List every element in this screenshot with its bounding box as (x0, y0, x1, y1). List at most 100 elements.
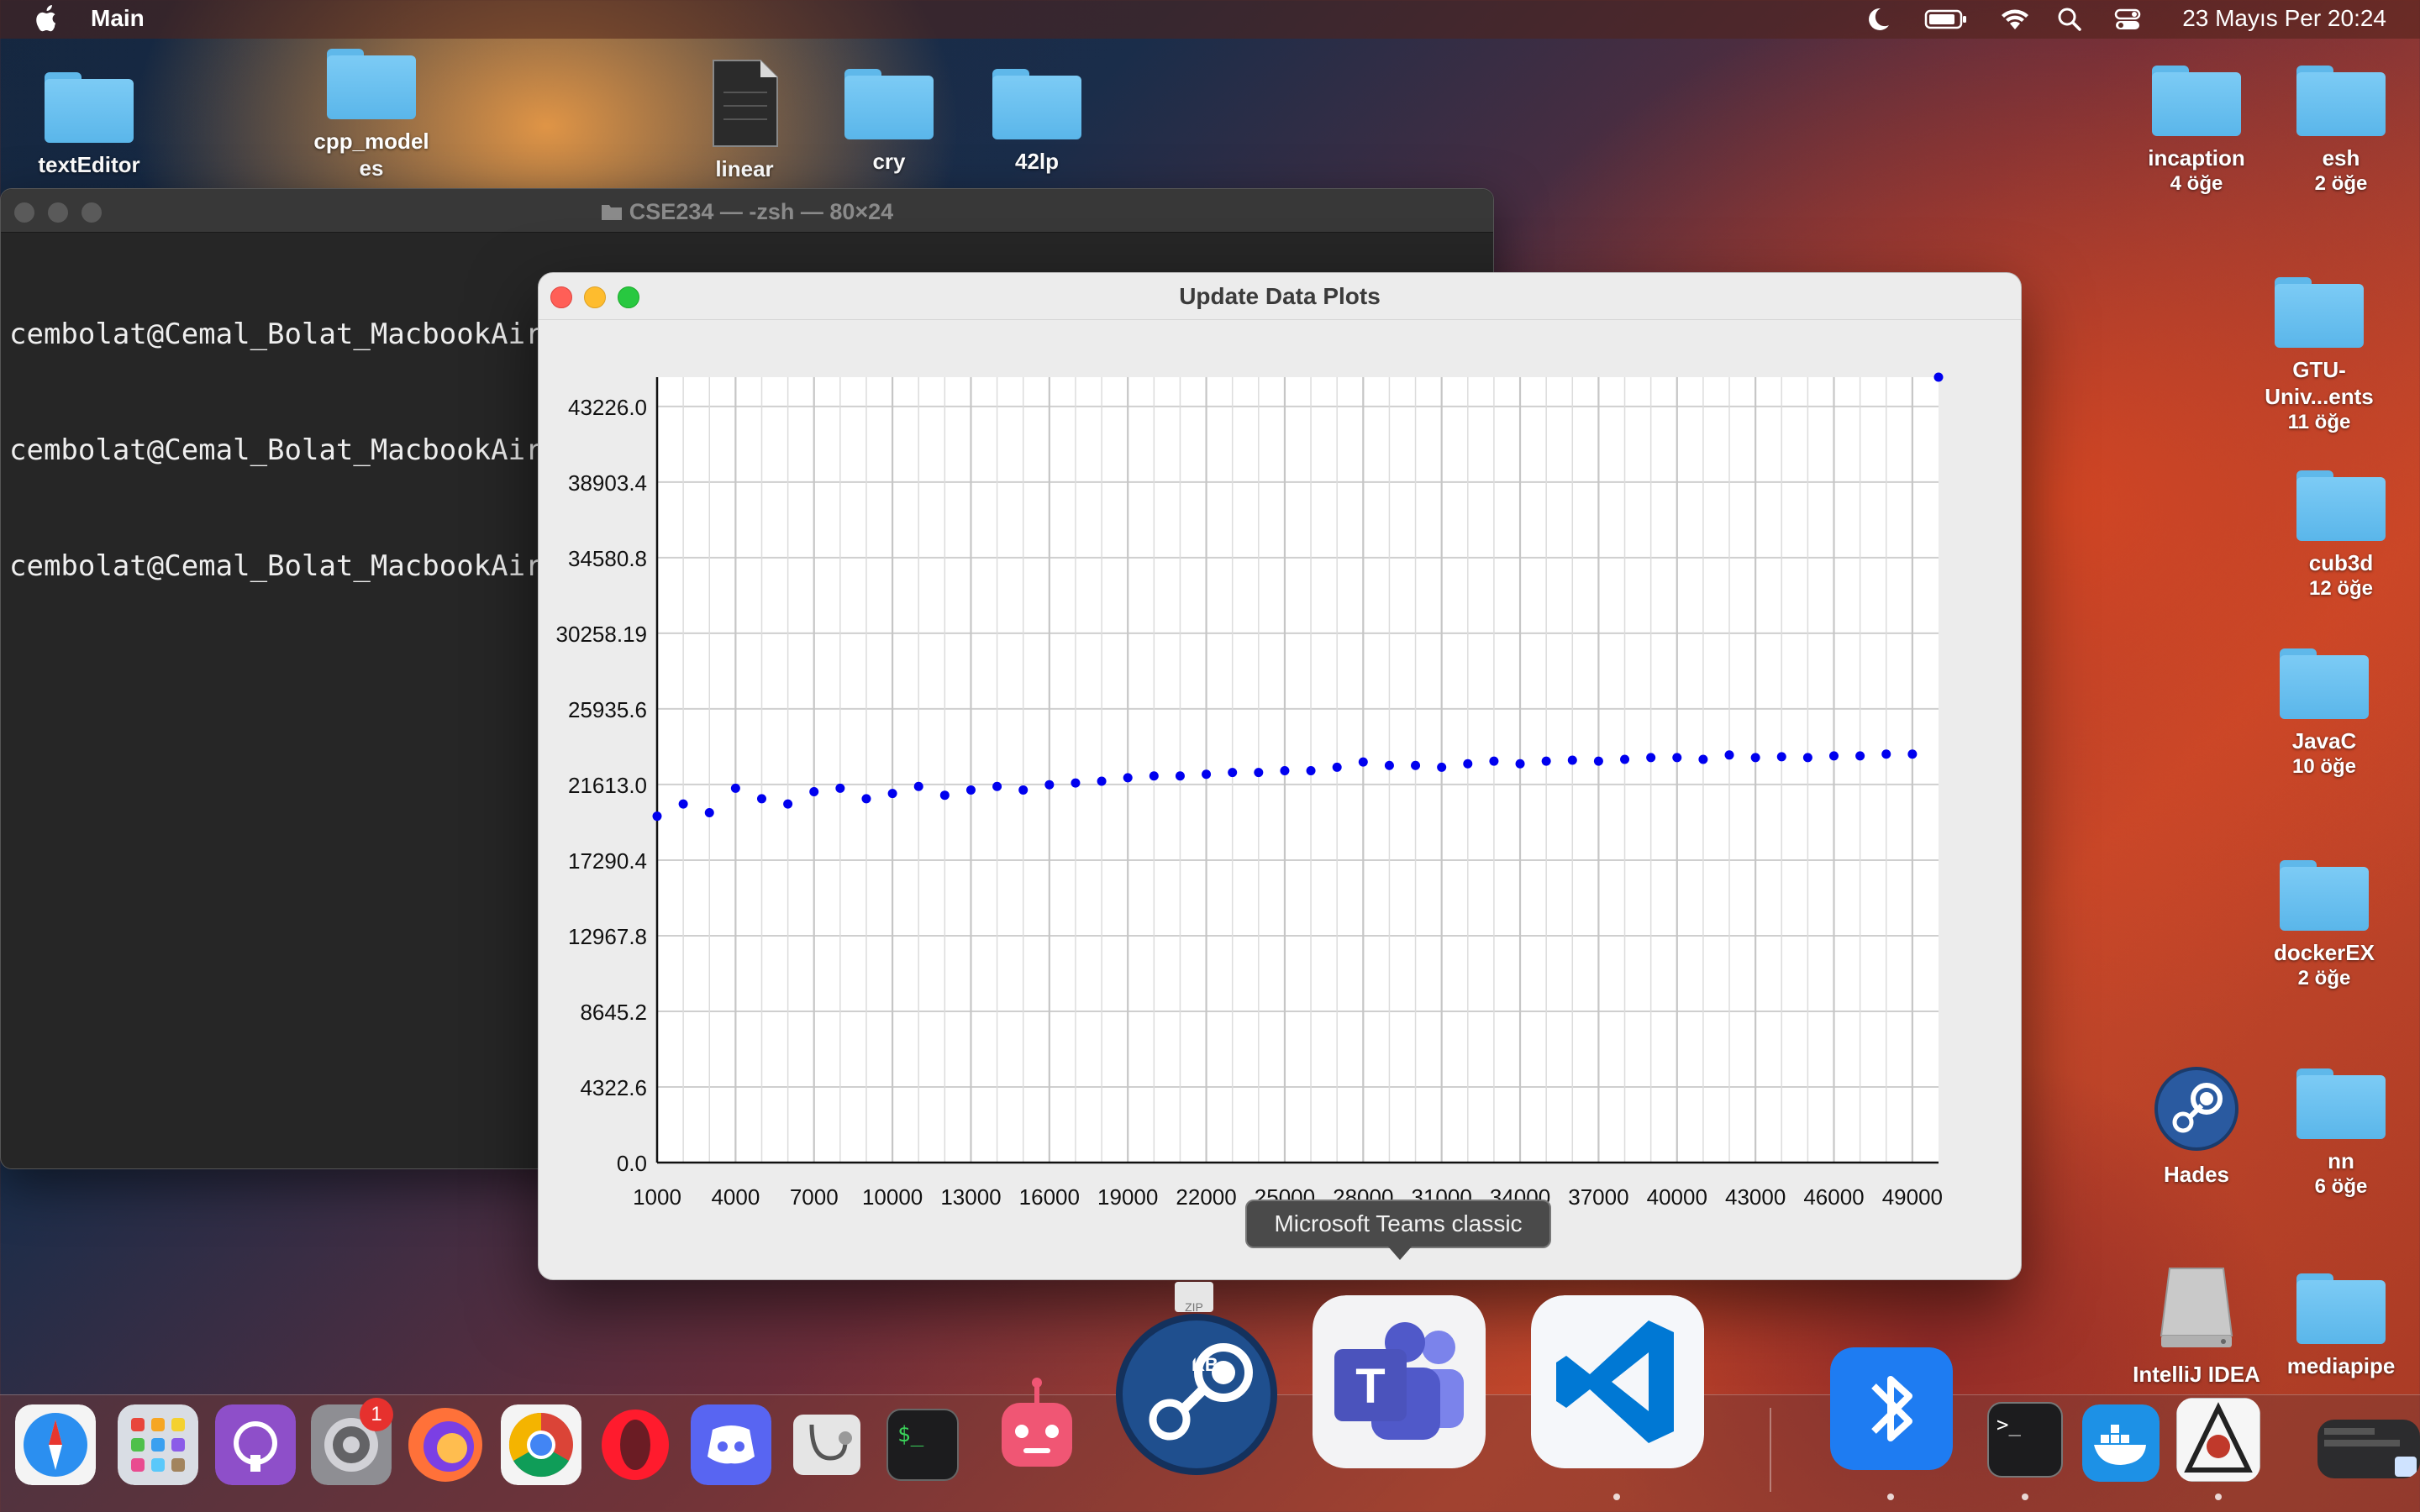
folder-icon (2296, 1273, 2386, 1344)
safari-icon[interactable] (15, 1404, 96, 1485)
x-tick-label: 16000 (1019, 1184, 1080, 1210)
data-point (809, 787, 819, 797)
data-point (1123, 773, 1133, 783)
data-point (939, 790, 950, 801)
plot-window[interactable]: Update Data Plots 0.0 4322.6 8645.2 12967.8… (538, 272, 2022, 1280)
data-point (730, 783, 740, 793)
desktop-folder-texteditor[interactable]: textEditor (5, 72, 173, 178)
x-tick-label: 10000 (862, 1184, 923, 1210)
folder-icon (992, 69, 1081, 139)
docker-icon[interactable] (2082, 1404, 2160, 1482)
discord-icon[interactable] (691, 1404, 771, 1485)
data-point (756, 794, 766, 804)
desktop-folder-dockerex[interactable]: dockerEX 2 öğe (2240, 860, 2408, 991)
svg-text:T: T (1355, 1359, 1385, 1414)
data-point (1044, 780, 1055, 790)
data-point (1489, 756, 1499, 766)
data-point (1463, 759, 1473, 769)
terminal-titlebar[interactable]: CSE234 — -zsh — 80×24 (1, 189, 1493, 233)
data-point (1698, 754, 1708, 764)
data-point (1175, 771, 1185, 781)
wifi-icon[interactable] (1998, 5, 2032, 34)
desktop-file-linear[interactable]: linear (660, 59, 829, 182)
data-point (1228, 768, 1238, 778)
zip-file-icon[interactable]: ZIP (1175, 1282, 1213, 1312)
tooltip-arrow (1388, 1247, 1412, 1260)
data-point (861, 794, 871, 804)
data-point (1097, 776, 1107, 786)
plot-titlebar[interactable]: Update Data Plots (539, 273, 2021, 320)
chrome-icon[interactable] (501, 1404, 581, 1485)
y-tick-label: 8645.2 (580, 1000, 647, 1025)
bot-app-icon[interactable] (990, 1373, 1084, 1487)
dock-tooltip: Microsoft Teams classic (1245, 1200, 1551, 1248)
screen-thumbnail-icon[interactable] (2317, 1420, 2420, 1478)
data-point (992, 781, 1002, 791)
download-progress-label: KB (1192, 1354, 1218, 1375)
launchpad-icon[interactable] (118, 1404, 198, 1485)
x-tick-label: 7000 (790, 1184, 839, 1210)
folder-icon (2296, 470, 2386, 541)
data-point (1541, 756, 1551, 766)
data-point (1254, 768, 1264, 778)
y-tick-label: 0.0 (617, 1151, 647, 1176)
dock-separator (1770, 1408, 1771, 1492)
desktop-folder-nn[interactable]: nn 6 öğe (2257, 1068, 2420, 1200)
folder-icon (844, 69, 934, 139)
data-point (1280, 766, 1290, 776)
y-tick-label: 43226.0 (568, 395, 647, 420)
control-center-icon[interactable] (2114, 5, 2141, 34)
desktop-folder-incaption[interactable]: incaption 4 öğe (2112, 66, 2281, 197)
x-tick-label: 40000 (1647, 1184, 1707, 1210)
opera-icon[interactable] (595, 1404, 676, 1485)
desktop-folder-mediapipe[interactable]: mediapipe (2257, 1273, 2420, 1379)
folder-icon (2275, 277, 2364, 348)
teams-icon[interactable]: T (1313, 1295, 1486, 1468)
data-point (1149, 771, 1159, 781)
active-app-name[interactable]: Main (91, 5, 145, 32)
desktop-folder-42lp[interactable]: 42lp (953, 69, 1121, 175)
y-tick-label: 17290.4 (568, 848, 647, 874)
data-point (783, 799, 793, 809)
github-desktop-icon[interactable] (215, 1404, 296, 1485)
apple-menu-icon[interactable] (32, 4, 59, 34)
folder-icon (2296, 66, 2386, 136)
moon-icon[interactable] (1864, 5, 1892, 34)
x-tick-label: 43000 (1725, 1184, 1786, 1210)
menubar-clock[interactable]: 23 Mayıs Per 20:24 (2182, 5, 2386, 32)
data-point (887, 789, 897, 799)
terminal-icon[interactable]: $_ (882, 1404, 963, 1485)
data-point (1750, 753, 1760, 763)
desktop-folder-gtu[interactable]: GTU- Univ...ents 11 öğe (2235, 277, 2403, 435)
desktop-folder-cpp-models[interactable]: cpp_model es (287, 49, 455, 181)
folder-icon (2152, 66, 2241, 136)
terminal-title: CSE234 — -zsh — 80×24 (629, 199, 894, 224)
desktop-app-hades[interactable]: Hades (2112, 1065, 2281, 1188)
vscode-icon[interactable] (1531, 1295, 1704, 1468)
data-point (1881, 749, 1891, 759)
bluetooth-icon[interactable] (1830, 1347, 1953, 1470)
notification-badge: 1 (360, 1398, 393, 1431)
firefox-icon[interactable] (405, 1404, 486, 1485)
data-point (678, 799, 688, 809)
folder-icon (2296, 1068, 2386, 1139)
desktop-folder-javac[interactable]: JavaC 10 öğe (2240, 648, 2408, 780)
search-icon[interactable] (2057, 5, 2082, 34)
data-point (1018, 785, 1028, 795)
desktop-disk-intellij[interactable]: IntelliJ IDEA (2112, 1265, 2281, 1388)
desktop-folder-cub3d[interactable]: cub3d 12 öğe (2257, 470, 2420, 601)
disk-utility-icon[interactable] (786, 1404, 867, 1485)
x-tick-label: 49000 (1882, 1184, 1943, 1210)
desktop-folder-esh[interactable]: esh 2 öğe (2257, 66, 2420, 197)
steam-icon[interactable] (1114, 1312, 1279, 1477)
desktop-folder-cry[interactable]: cry (805, 69, 973, 175)
x-tick-label: 46000 (1803, 1184, 1864, 1210)
data-point (1907, 749, 1918, 759)
battery-icon[interactable] (1924, 5, 1968, 34)
java-launcher-icon[interactable] (2176, 1398, 2260, 1482)
data-point (1358, 757, 1368, 767)
terminal-icon[interactable]: >_ (1985, 1399, 2065, 1480)
data-point (1515, 759, 1525, 769)
y-tick-label: 34580.8 (568, 546, 647, 571)
folder-icon (601, 205, 622, 220)
